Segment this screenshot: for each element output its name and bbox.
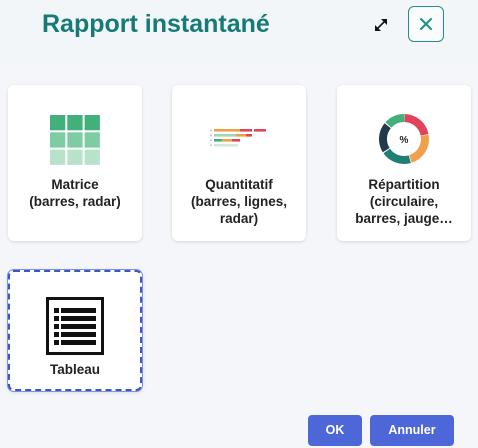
stacked-bars-icon: [210, 129, 266, 147]
option-card-tableau[interactable]: Tableau: [8, 270, 142, 391]
expand-icon: [375, 19, 387, 31]
option-card-repartition[interactable]: % Répartition (circulaire, barres, jauge…: [337, 85, 471, 241]
dialog-title: Rapport instantané: [42, 10, 270, 38]
cancel-button[interactable]: Annuler: [370, 415, 454, 446]
expand-button[interactable]: [370, 14, 392, 36]
close-button[interactable]: [408, 6, 444, 42]
close-icon: [420, 18, 432, 30]
option-label-matrice: Matrice (barres, radar): [29, 177, 121, 209]
donut-center-text: %: [400, 135, 409, 146]
option-label-repartition: Répartition (circulaire, barres, jauge…: [355, 177, 453, 226]
option-label-quantitatif: Quantitatif (barres, lignes, radar): [190, 177, 288, 226]
option-card-matrice[interactable]: Matrice (barres, radar): [8, 85, 142, 241]
donut-chart-icon: %: [379, 114, 429, 164]
ok-button[interactable]: OK: [308, 415, 362, 446]
option-card-quantitatif[interactable]: Quantitatif (barres, lignes, radar): [172, 85, 306, 241]
matrix-grid-icon: [50, 115, 100, 165]
dialog-header: Rapport instantané: [0, 0, 478, 62]
option-label-tableau: Tableau: [49, 362, 100, 377]
table-list-icon: [46, 297, 104, 355]
